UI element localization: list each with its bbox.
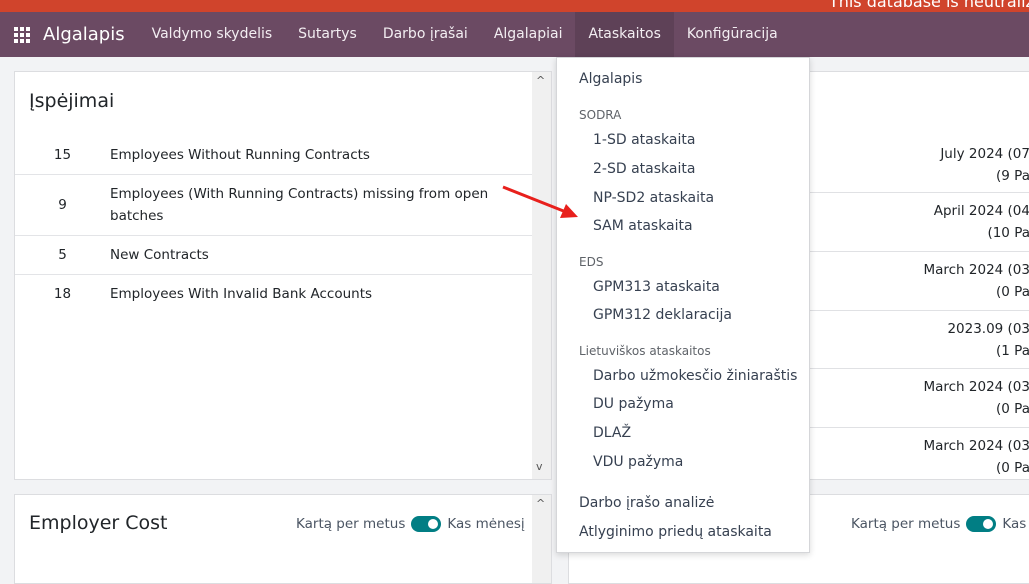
red-arrow-annotation	[502, 185, 578, 218]
